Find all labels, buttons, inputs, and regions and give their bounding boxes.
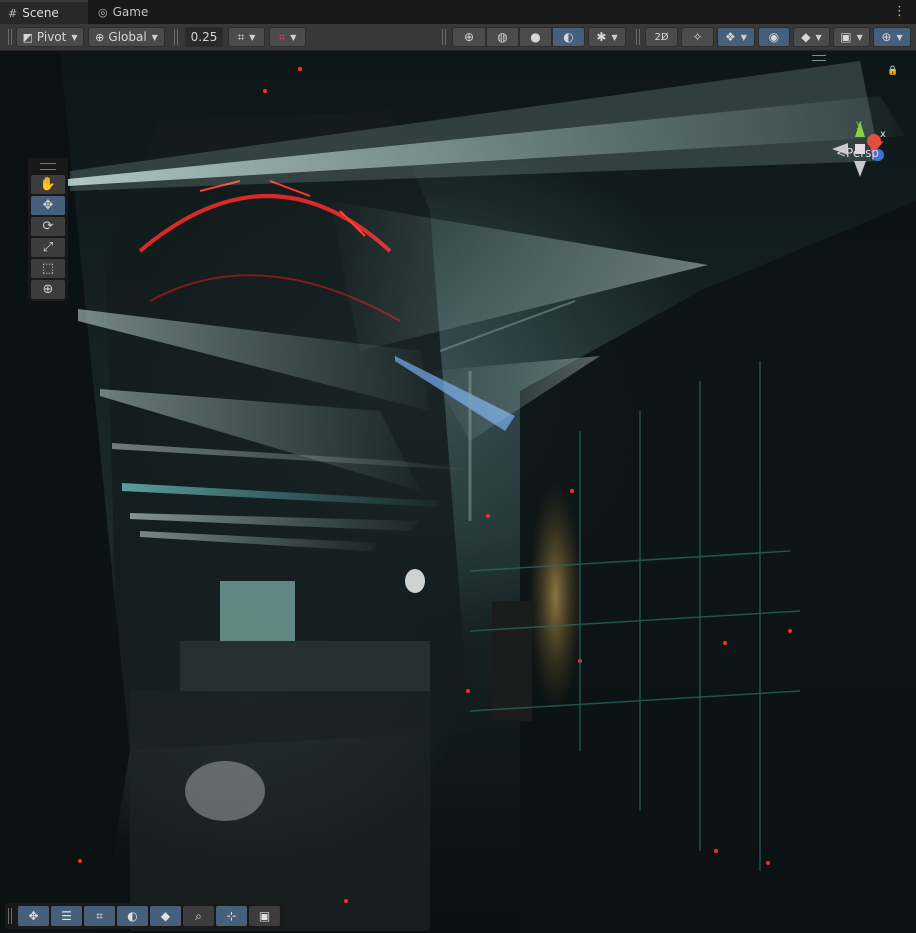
unlit-shading-button[interactable]: ● xyxy=(519,27,552,47)
tool-settings-button[interactable]: ☰ xyxy=(51,906,82,926)
camera-dropdown[interactable]: ▣ ▼ xyxy=(833,27,870,47)
rotate-tool-button[interactable]: ⟳ xyxy=(31,217,65,236)
chevron-down-icon: ▼ xyxy=(611,32,618,42)
toolbar-grip[interactable] xyxy=(8,29,12,45)
overlays-toolbar: ✥ ☰ ⌗ ◐ ◆ ⌕ ⊹ ▣ xyxy=(5,903,284,929)
snap-value: 0.25 xyxy=(190,30,218,44)
move-tool-button[interactable]: ✥ xyxy=(31,196,65,215)
toolbar-grip[interactable] xyxy=(442,29,446,45)
move-overlay-button[interactable]: ✥ xyxy=(18,906,49,926)
projection-toggle[interactable]: <Persp xyxy=(836,146,879,160)
light-icon: ✧ xyxy=(692,30,703,44)
move-icon: ✥ xyxy=(28,909,39,923)
layers-icon: ◆ xyxy=(160,909,171,923)
gamepad-icon: ◎ xyxy=(98,5,108,19)
chevron-down-icon: ▼ xyxy=(856,32,863,42)
chevron-down-icon: ▼ xyxy=(815,32,822,42)
tools-overlay: ✋ ✥ ⟳ ⤢ ⬚ ⊕ xyxy=(28,158,68,301)
2d-icon: 2D̸ xyxy=(654,31,669,43)
debug-draw-button[interactable]: ✱ ▼ xyxy=(588,27,626,47)
toggle-lighting-button[interactable]: ✧ xyxy=(681,27,714,47)
search-overlay-button[interactable]: ⌕ xyxy=(183,906,214,926)
chevron-down-icon: ▼ xyxy=(249,32,256,42)
tab-game[interactable]: ◎ Game xyxy=(90,0,170,24)
layers-overlay-button[interactable]: ◆ xyxy=(150,906,181,926)
gizmo-x-label: x xyxy=(880,129,886,140)
gizmo-grip[interactable] xyxy=(812,55,826,61)
shaded-wireframe-icon: ◍ xyxy=(497,30,508,44)
gizmos-dropdown[interactable]: ⊕ ▼ xyxy=(873,27,911,47)
scene-render: y x xyxy=(0,51,916,933)
grid-overlay-button[interactable]: ⌗ xyxy=(84,906,115,926)
scene-viewport[interactable]: y x 🔒 xyxy=(0,51,916,933)
toolbar-grip[interactable] xyxy=(636,29,640,45)
hand-icon: ✋ xyxy=(39,177,57,192)
pivot-dropdown[interactable]: ◩ Pivot ▼ xyxy=(16,27,84,47)
camera-icon: ▣ xyxy=(840,30,852,44)
lit-sphere-icon: ◐ xyxy=(563,30,574,44)
scale-icon: ⤢ xyxy=(42,240,54,255)
gizmo-y-label: y xyxy=(856,119,862,130)
pivot-icon: ◩ xyxy=(22,30,33,44)
globe-icon: ⊕ xyxy=(95,30,105,44)
grid-icon: # xyxy=(8,6,18,20)
camera-overlay-button[interactable]: ▣ xyxy=(249,906,280,926)
toggle-2d-button[interactable]: 2D̸ xyxy=(645,27,678,47)
tool-settings-icon: ☰ xyxy=(61,909,72,923)
rotate-icon: ⟳ xyxy=(42,219,54,234)
increment-snap-button[interactable]: ⌗ ▼ xyxy=(269,27,306,47)
lit-shading-button[interactable]: ◐ xyxy=(552,27,585,47)
chevron-down-icon: ▼ xyxy=(896,32,903,42)
scale-tool-button[interactable]: ⤢ xyxy=(31,238,65,257)
snap-increment-field[interactable]: 0.25 xyxy=(185,27,223,47)
more-options-icon[interactable]: ⋮ xyxy=(893,4,906,19)
shaded-wireframe-button[interactable]: ◍ xyxy=(486,27,519,47)
visibility-toggle[interactable]: ◉ xyxy=(758,27,790,47)
overlay-grip[interactable] xyxy=(8,908,12,924)
snapping-icon: ⊹ xyxy=(226,909,237,923)
chevron-down-icon: ▼ xyxy=(71,32,78,42)
chevron-down-icon: ▼ xyxy=(151,32,158,42)
tab-bar: # Scene ◎ Game ⋮ xyxy=(0,0,916,24)
scene-toolbar: ◩ Pivot ▼ ⊕ Global ▼ 0.25 ⌗ ▼ ⌗ ▼ ⊕ ◍ ● ◐ … xyxy=(0,24,916,51)
toolbar-grip[interactable] xyxy=(174,29,178,45)
grid-snap-icon: ⌗ xyxy=(237,29,245,44)
grid-snap-button[interactable]: ⌗ ▼ xyxy=(228,27,265,47)
layers-dropdown[interactable]: ◆ ▼ xyxy=(793,27,830,47)
search-icon: ⌕ xyxy=(195,908,202,923)
wireframe-shading-button[interactable]: ⊕ xyxy=(452,27,486,47)
wireframe-sphere-icon: ⊕ xyxy=(463,30,475,44)
transform-icon: ⊕ xyxy=(42,282,54,297)
tab-scene[interactable]: # Scene xyxy=(0,0,88,24)
lit-sphere-icon: ◐ xyxy=(127,909,138,923)
chevron-down-icon: ▼ xyxy=(740,32,747,42)
tab-scene-label: Scene xyxy=(22,6,59,20)
chevron-down-icon: ▼ xyxy=(290,32,297,42)
effects-dropdown[interactable]: ❖ ▼ xyxy=(717,27,755,47)
shading-overlay-button[interactable]: ◐ xyxy=(117,906,148,926)
increment-snap-icon: ⌗ xyxy=(278,29,286,44)
effects-icon: ❖ xyxy=(725,30,736,44)
solid-sphere-icon: ● xyxy=(530,30,541,44)
lock-icon[interactable]: 🔒 xyxy=(887,66,898,76)
grid-icon: ⌗ xyxy=(96,908,103,923)
rect-tool-button[interactable]: ⬚ xyxy=(31,259,65,278)
pivot-label: Pivot xyxy=(36,30,67,44)
transform-tool-button[interactable]: ⊕ xyxy=(31,280,65,299)
move-icon: ✥ xyxy=(42,198,54,213)
tab-game-label: Game xyxy=(112,5,149,19)
global-dropdown[interactable]: ⊕ Global ▼ xyxy=(88,27,165,47)
hand-tool-button[interactable]: ✋ xyxy=(31,175,65,194)
rect-transform-icon: ⬚ xyxy=(41,261,55,276)
camera-icon: ▣ xyxy=(258,909,271,923)
layers-icon: ◆ xyxy=(801,30,811,44)
snapping-overlay-button[interactable]: ⊹ xyxy=(216,906,247,926)
gizmo-icon: ⊕ xyxy=(881,30,892,44)
eye-icon: ◉ xyxy=(768,30,780,44)
global-label: Global xyxy=(108,30,147,44)
overlay-grip[interactable] xyxy=(40,163,56,170)
bug-icon: ✱ xyxy=(596,30,607,44)
